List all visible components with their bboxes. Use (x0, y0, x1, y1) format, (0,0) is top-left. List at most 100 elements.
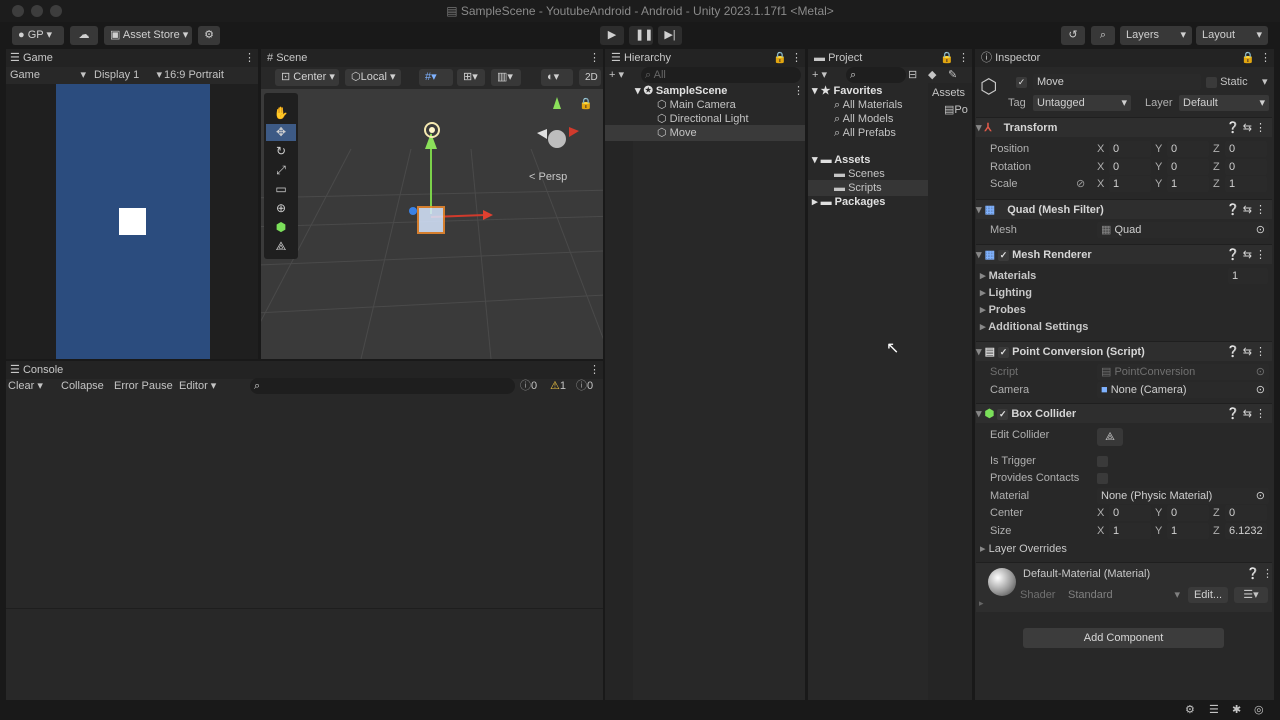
center-z-field[interactable]: 0 (1225, 505, 1267, 521)
help-icon[interactable]: ❔ (1246, 566, 1260, 582)
layout-dropdown[interactable]: Layout ▾ (1196, 26, 1268, 45)
label-filter-icon[interactable]: ◆ (928, 67, 936, 83)
rotation-y-field[interactable]: 0 (1167, 159, 1209, 175)
draw-mode-button[interactable]: ▥▾ (491, 69, 521, 86)
cache-icon[interactable]: ◎ (1254, 703, 1264, 716)
is-trigger-checkbox[interactable] (1097, 453, 1108, 469)
move-tool-icon[interactable]: ✥ (266, 124, 296, 141)
rotation-x-field[interactable]: 0 (1109, 159, 1151, 175)
edit-collider-button[interactable]: ⟁ (1097, 428, 1123, 446)
clear-button[interactable]: Clear ▾ (8, 378, 54, 394)
shader-dropdown[interactable]: Standard ▾ (1068, 587, 1182, 603)
lock-icon[interactable]: 🔒 (579, 97, 593, 110)
position-z-field[interactable]: 0 (1225, 141, 1267, 157)
physic-material-field[interactable]: None (Physic Material) ⊙ (1097, 488, 1269, 504)
pause-button[interactable]: ❚❚ (629, 26, 653, 45)
object-picker-icon[interactable]: ⊙ (1256, 382, 1265, 398)
more-options-icon[interactable]: ⋮ (791, 49, 802, 67)
tab-console[interactable]: ☰ Console (10, 361, 63, 379)
grid-snap-button[interactable]: #▾ (419, 69, 453, 86)
tag-dropdown[interactable]: Untagged ▾ (1033, 95, 1131, 111)
mesh-filter-header[interactable]: ▾ ▦ Quad (Mesh Filter) ❔ ⇆ ⋮ (976, 199, 1272, 219)
transform-tool-icon[interactable]: ⊕ (266, 200, 296, 217)
static-dropdown-icon[interactable]: ▾ (1262, 74, 1268, 90)
scene-options-icon[interactable]: ⋮ (793, 83, 804, 99)
position-x-field[interactable]: 0 (1109, 141, 1151, 157)
additional-settings-foldout[interactable]: ▸ Additional Settings (980, 319, 1088, 335)
rotate-tool-icon[interactable]: ↻ (266, 143, 296, 160)
hand-tool-icon[interactable]: ✋ (266, 105, 296, 122)
project-search-input[interactable]: ⌕ (846, 67, 906, 83)
shading-button[interactable]: ◐▾ (541, 69, 573, 86)
tab-project[interactable]: ▬ Project (814, 49, 862, 67)
game-mode-dropdown[interactable]: Game ▾ (10, 67, 88, 83)
edit-shader-button[interactable]: Edit... (1188, 587, 1228, 603)
size-z-field[interactable]: 6.1232 (1225, 523, 1267, 539)
step-button[interactable]: ▶| (658, 26, 682, 45)
tab-hierarchy[interactable]: ☰ Hierarchy (611, 49, 671, 67)
lock-icon[interactable]: 🔒 (940, 49, 954, 67)
tab-scene[interactable]: # Scene (267, 49, 307, 67)
scale-tool-icon[interactable]: ⤢ (266, 162, 296, 179)
rect-tool-icon[interactable]: ▭ (266, 181, 296, 198)
object-picker-icon[interactable]: ⊙ (1256, 222, 1265, 238)
tab-inspector[interactable]: ⓘ Inspector (981, 49, 1040, 67)
scene-viewport[interactable]: < Persp 🔒 (261, 89, 603, 359)
materials-count[interactable]: 1 (1228, 268, 1268, 284)
object-picker-icon[interactable]: ⊙ (1256, 488, 1265, 504)
info-count-toggle[interactable]: ⓘ0 (520, 378, 537, 394)
project-create-button[interactable]: + ▾ (812, 67, 827, 83)
display-dropdown[interactable]: Display 1 ▾ (94, 67, 164, 83)
box-collider-header[interactable]: ▾ ⬢ ✓ Box Collider ❔ ⇆ ⋮ (976, 403, 1272, 423)
tab-game[interactable]: ☰ Game (10, 49, 53, 67)
mesh-field[interactable]: ▦ Quad ⊙ (1097, 222, 1269, 238)
scale-z-field[interactable]: 1 (1225, 176, 1267, 192)
hierarchy-item-move[interactable]: ⬡ Move (605, 125, 805, 141)
more-options-icon[interactable]: ⋮ (1262, 566, 1273, 582)
size-y-field[interactable]: 1 (1167, 523, 1209, 539)
material-title[interactable]: Default-Material (Material) (1023, 566, 1150, 582)
history-button[interactable]: ↺ (1061, 26, 1085, 45)
rotation-z-field[interactable]: 0 (1225, 159, 1267, 175)
collapse-button[interactable]: Collapse (61, 378, 104, 394)
more-options-icon[interactable]: ⋮ (244, 49, 255, 67)
account-button[interactable]: ● GP ▾ (12, 26, 64, 45)
object-name-input[interactable]: Move (1033, 74, 1201, 90)
perspective-label[interactable]: < Persp (529, 171, 567, 183)
provides-contacts-checkbox[interactable] (1097, 470, 1108, 486)
error-count-toggle[interactable]: ⓘ0 (576, 378, 593, 394)
scale-x-field[interactable]: 1 (1109, 176, 1151, 192)
space-dropdown[interactable]: ⬡Local ▾ (345, 69, 401, 86)
filter-icon[interactable]: ⊟ (908, 67, 917, 83)
lock-icon[interactable]: 🔒 (1241, 49, 1255, 67)
error-pause-button[interactable]: Error Pause (114, 378, 173, 394)
size-x-field[interactable]: 1 (1109, 523, 1151, 539)
2d-toggle[interactable]: 2D (579, 69, 601, 86)
component-actions-icon[interactable]: ❔ ⇆ ⋮ (1226, 245, 1266, 265)
settings-button[interactable]: ⚙ (198, 26, 220, 45)
component-actions-icon[interactable]: ❔ ⇆ ⋮ (1226, 200, 1266, 220)
console-log-area[interactable] (6, 396, 603, 700)
center-x-field[interactable]: 0 (1109, 505, 1151, 521)
materials-foldout[interactable]: ▸ Materials (980, 268, 1036, 284)
console-search-input[interactable]: ⌕ (250, 378, 515, 394)
favorite-filter-icon[interactable]: ✎ (948, 67, 957, 83)
layers-status-icon[interactable]: ☰ (1209, 703, 1219, 716)
component-actions-icon[interactable]: ❔ ⇆ ⋮ (1226, 118, 1266, 138)
scale-y-field[interactable]: 1 (1167, 176, 1209, 192)
camera-field[interactable]: ■ None (Camera) ⊙ (1097, 382, 1269, 398)
maximize-window-button[interactable] (50, 5, 62, 17)
component-actions-icon[interactable]: ❔ ⇆ ⋮ (1226, 342, 1266, 362)
warning-count-toggle[interactable]: ⚠1 (550, 378, 566, 394)
assets-breadcrumb[interactable]: Assets (932, 85, 965, 101)
more-options-icon[interactable]: ⋮ (589, 49, 600, 67)
custom-tool-icon[interactable]: ⟁ (266, 238, 296, 255)
create-button[interactable]: + ▾ (609, 67, 624, 83)
layers-dropdown[interactable]: Layers ▾ (1120, 26, 1192, 45)
lock-icon[interactable]: 🔒 (773, 49, 787, 67)
layer-overrides-foldout[interactable]: ▸ Layer Overrides (980, 541, 1067, 557)
transform-header[interactable]: ▾ ⅄ Transform ❔ ⇆ ⋮ (976, 117, 1272, 137)
play-button[interactable]: ▶ (600, 26, 624, 45)
packages-folder-row[interactable]: ▸ ▬ Packages (812, 194, 885, 210)
add-component-button[interactable]: Add Component (1023, 628, 1224, 648)
